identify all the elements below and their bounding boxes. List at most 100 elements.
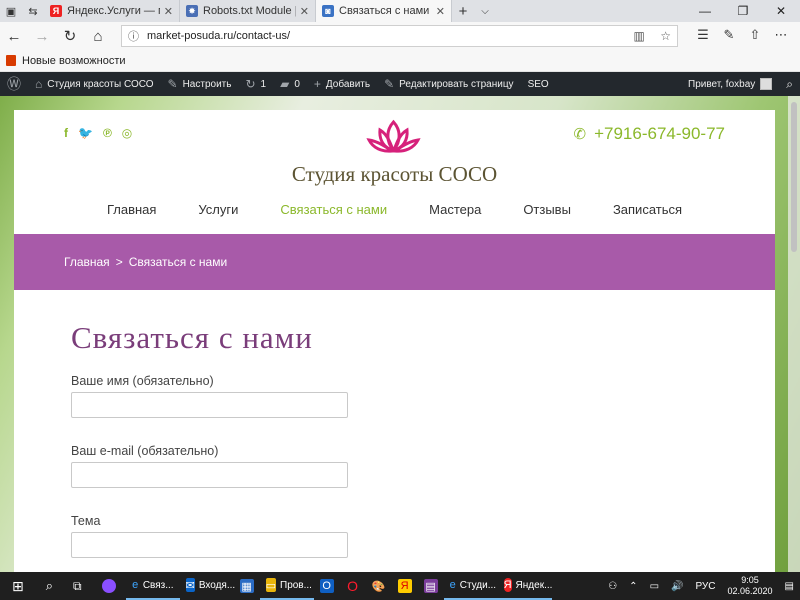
menu-item-contact[interactable]: Связаться с нами (280, 202, 387, 217)
facebook-icon[interactable]: f (64, 126, 68, 140)
page-content: Связаться с нами Ваше имя (обязательно) … (14, 290, 775, 558)
admin-customize[interactable]: ✎ Настроить (161, 72, 239, 96)
twitter-icon[interactable]: 🐦 (78, 126, 93, 140)
info-icon[interactable]: ⓘ (128, 28, 139, 44)
admin-updates[interactable]: ↻ 1 (238, 72, 273, 96)
more-icon[interactable]: ⋯ (768, 27, 794, 43)
browser-tab[interactable]: Я Яндекс.Услуги — поиск услуг ✕ (44, 0, 180, 22)
taskbar-app-explorer[interactable]: ▭ Пров... (259, 572, 314, 600)
admin-edit-page[interactable]: ✎ Редактировать страницу (377, 72, 520, 96)
social-links: f 🐦 ℗ ◎ (64, 126, 142, 140)
new-tab-icon[interactable]: + (452, 0, 474, 22)
breadcrumb: Главная > Связаться с нами (14, 234, 775, 290)
admin-add-new[interactable]: + Добавить (307, 72, 377, 96)
browser-tab-bar: ▣ ⇆ Я Яндекс.Услуги — поиск услуг ✕ ✸ Ro… (0, 0, 800, 22)
admin-add-new-label: Добавить (325, 78, 371, 90)
menu-item-services[interactable]: Услуги (198, 202, 238, 217)
language-indicator[interactable]: РУС (689, 572, 721, 600)
system-clock[interactable]: 9:05 02.06.2020 (722, 575, 779, 597)
taskbar-winrar[interactable]: ▤ (418, 572, 444, 600)
scrollbar-thumb[interactable] (791, 102, 797, 252)
instagram-icon[interactable]: ◎ (122, 126, 132, 140)
taskbar-app-yandex[interactable]: Я Яндек... (497, 572, 552, 600)
breadcrumb-current: Связаться с нами (128, 255, 228, 269)
browser-tab-active[interactable]: ◙ Связаться с нами | Студия ✕ (316, 0, 452, 22)
wp-admin-bar: Ⓦ ⌂ Студия красоты СОСО ✎ Настроить ↻ 1 ▰ 0 … (0, 72, 800, 96)
minimize-icon[interactable]: — (686, 0, 724, 22)
volume-icon[interactable]: 🔊 (665, 572, 689, 600)
home-icon[interactable]: ⌂ (84, 28, 112, 45)
admin-seo-label: SEO (527, 78, 549, 90)
header-phone[interactable]: ✆ +7916-674-90-77 (574, 124, 726, 144)
semper-favicon-icon: ✸ (186, 5, 198, 17)
back-icon[interactable]: ← (0, 28, 28, 45)
close-icon[interactable]: ✕ (164, 5, 173, 18)
admin-site-name[interactable]: ⌂ Студия красоты СОСО (28, 72, 161, 96)
menu-item-reviews[interactable]: Отзывы (523, 202, 571, 217)
url-text[interactable]: market-posuda.ru/contact-us/ (147, 30, 622, 42)
url-input[interactable]: ⓘ market-posuda.ru/contact-us/ ▥ ☆ (121, 25, 678, 47)
email-field[interactable] (71, 462, 348, 488)
taskbar-app-edge-2[interactable]: e Студи... (443, 572, 498, 600)
chevron-down-icon[interactable]: ⌵ (474, 0, 496, 22)
network-icon[interactable]: ▭ (644, 572, 665, 600)
close-icon[interactable]: ✕ (300, 5, 309, 18)
breadcrumb-home[interactable]: Главная (64, 255, 110, 269)
taskbar-yandex-browser[interactable]: Я (392, 572, 418, 600)
pinterest-icon[interactable]: ℗ (103, 126, 112, 140)
notifications-icon[interactable]: ▤ (779, 572, 800, 600)
admin-comments[interactable]: ▰ 0 (273, 72, 307, 96)
address-toolbar: ← → ↻ ⌂ ⓘ market-posuda.ru/contact-us/ ▥… (0, 22, 800, 50)
taskbar-outlook[interactable]: O (314, 572, 340, 600)
maximize-icon[interactable]: ❐ (724, 0, 762, 22)
breadcrumb-separator: > (115, 255, 123, 269)
pen-icon[interactable]: ✎ (716, 27, 742, 43)
name-label: Ваше имя (обязательно) (71, 374, 214, 388)
taskbar-paint[interactable]: 🎨 (366, 572, 392, 600)
taskbar-app-edge[interactable]: e Связ... (125, 572, 180, 600)
admin-seo[interactable]: SEO (521, 72, 556, 96)
start-windows-icon[interactable]: ⊞ (0, 572, 36, 600)
close-window-icon[interactable]: ✕ (762, 0, 800, 22)
store-icon: ▦ (239, 579, 254, 593)
browser-tab[interactable]: ✸ Robots.txt Module | Semper ✕ (180, 0, 316, 22)
share-icon[interactable]: ⇧ (742, 27, 768, 43)
favorite-star-icon[interactable]: ☆ (660, 29, 671, 43)
menu-item-home[interactable]: Главная (107, 202, 156, 217)
search-icon[interactable]: ⌕ (779, 72, 800, 96)
wordpress-logo-icon[interactable]: Ⓦ (0, 72, 28, 96)
favorites-link[interactable]: Новые возможности (22, 55, 126, 67)
name-field[interactable] (71, 392, 348, 418)
menu-item-masters[interactable]: Мастера (429, 202, 481, 217)
tab-actions-icon[interactable]: ▣ (0, 0, 22, 22)
tray-chevron-icon[interactable]: ⌃ (623, 572, 643, 600)
alice-assistant-icon[interactable] (92, 572, 126, 600)
explorer-icon: ▭ (265, 578, 276, 592)
subject-field[interactable] (71, 532, 348, 558)
taskbar-opera[interactable]: O (340, 572, 366, 600)
forward-icon[interactable]: → (28, 28, 56, 45)
admin-customize-label: Настроить (182, 78, 232, 90)
updates-icon: ↻ (245, 77, 256, 91)
page-scrollbar[interactable] (788, 96, 800, 572)
tab-preview-icon[interactable]: ⇆ (22, 0, 44, 22)
site-brand[interactable]: Студия красоты СОСО (14, 162, 775, 187)
phone-icon: ✆ (573, 126, 587, 143)
taskbar-app-label: Входя... (198, 579, 236, 591)
taskbar-store[interactable]: ▦ (234, 572, 260, 600)
search-icon[interactable]: ⌕ (36, 572, 63, 600)
mail-icon: ✉ (185, 578, 195, 592)
page-viewport: f 🐦 ℗ ◎ Студия красоты СОСО ✆ +7916-674-… (0, 96, 800, 572)
reading-view-icon[interactable]: ▥ (634, 29, 645, 43)
task-view-icon[interactable]: ⧉ (63, 572, 92, 600)
favorites-list-icon[interactable]: ☰ (690, 27, 716, 43)
close-icon[interactable]: ✕ (436, 5, 445, 18)
plus-icon: + (313, 77, 321, 91)
admin-account[interactable]: Привет, foxbay (681, 72, 779, 96)
site-header: f 🐦 ℗ ◎ Студия красоты СОСО ✆ +7916-674-… (14, 110, 775, 234)
taskbar-app-mail[interactable]: ✉ Входя... (180, 572, 236, 600)
people-icon[interactable]: ⚇ (602, 572, 623, 600)
menu-item-booking[interactable]: Записаться (613, 202, 682, 217)
lotus-logo-icon[interactable] (366, 118, 421, 162)
refresh-icon[interactable]: ↻ (56, 27, 84, 45)
